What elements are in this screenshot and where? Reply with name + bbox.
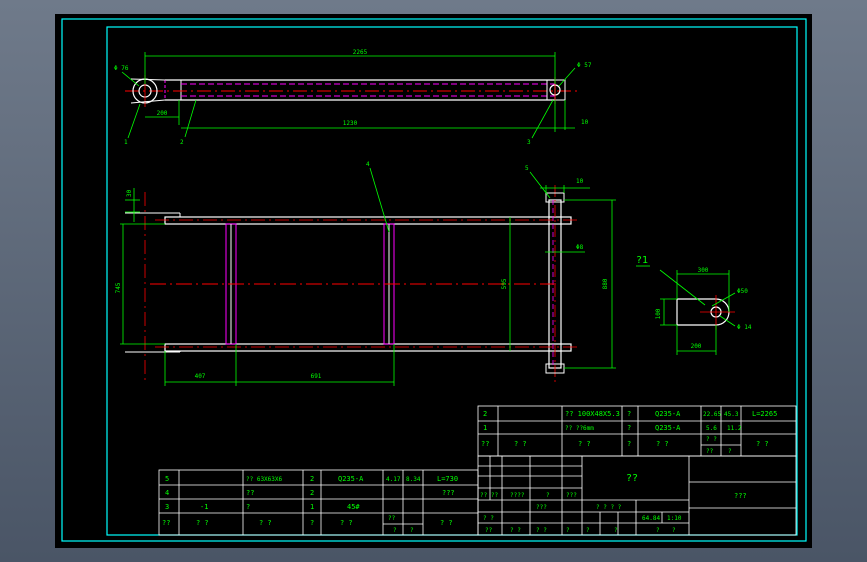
drawing-canvas[interactable]	[55, 14, 812, 548]
sheet-label-3: ?	[656, 527, 660, 534]
upper-r2-wt2: 11.2	[727, 425, 742, 432]
lower-r5-note: L=730	[437, 475, 458, 483]
upper-r2-spec: ?? ??6mm	[565, 425, 594, 432]
lower-r5-mat: Q235-A	[338, 475, 364, 483]
upper-r1-wt2: 45.3	[724, 411, 739, 418]
dim-right-mid: Φ8	[576, 244, 584, 251]
dim-left-small: 30	[126, 189, 133, 197]
upper-h-qty: ?	[627, 440, 631, 448]
sheet-label-1: ?	[586, 527, 590, 534]
lower-h-wt-b: ?	[393, 527, 397, 534]
lower-h-code: ? ?	[196, 519, 209, 527]
dim-top-small: 10	[576, 178, 584, 185]
dim-left-height: 745	[115, 282, 122, 293]
leader-4: 4	[366, 161, 370, 168]
detail-dim-bottom: 200	[691, 343, 702, 350]
sign-cell-2: ???	[536, 504, 547, 511]
leader-2: 2	[180, 139, 184, 146]
dim-overall-top: 2265	[353, 49, 368, 56]
lower-r4-note: ???	[442, 489, 455, 497]
sign-cell-3: ??	[485, 527, 493, 534]
upper-h-wt-c: ?	[728, 448, 732, 455]
lower-r5-qty: 2	[310, 475, 314, 483]
lower-h-no: ??	[162, 519, 170, 527]
hole-label-left: Φ 76	[114, 65, 129, 72]
lower-r3-code: -1	[200, 503, 208, 511]
weight-value: 64.84	[642, 515, 660, 522]
rev-cell-3: ?	[546, 492, 550, 499]
sheet-label-4: ?	[672, 527, 676, 534]
lower-r3-qty: 1	[310, 503, 314, 511]
rev-cell-1: ?? ??	[480, 492, 498, 499]
hole-label-right: Φ 57	[577, 62, 592, 69]
upper-h-mat: ? ?	[656, 440, 669, 448]
upper-h-wt-a: ? ?	[706, 436, 717, 443]
dim-bottom: 1230	[343, 120, 358, 127]
upper-h-no: ??	[481, 440, 489, 448]
sign-cell-5: ? ?	[536, 527, 547, 534]
lower-r5-wt2: 8.34	[406, 476, 421, 483]
detail-dim-hole: Φ 14	[737, 324, 752, 331]
lower-r3-mat: 45#	[347, 503, 360, 511]
upper-h-wt-b: ??	[706, 448, 714, 455]
lower-r4-spec: ??	[246, 489, 254, 497]
lower-r3-spec: ?	[246, 503, 250, 511]
sign-cell-6: ?	[566, 527, 570, 534]
lower-r5-no: 5	[165, 475, 169, 483]
sheet-label-2: ?	[614, 527, 618, 534]
lower-r5-spec: ?? 63X63X6	[246, 476, 283, 483]
drawing-name: ??	[626, 473, 638, 484]
upper-r1-no: 2	[483, 410, 487, 418]
lower-r4-qty: 2	[310, 489, 314, 497]
upper-r1-mat: Q235-A	[655, 410, 681, 418]
upper-r2-wt1: 5.6	[706, 425, 717, 432]
upper-r1-qty: ?	[627, 410, 631, 418]
lower-r3-no: 3	[165, 503, 169, 511]
dim-inner-height: 595	[501, 278, 508, 289]
detail-dim-circle: Φ50	[737, 288, 748, 295]
rev-cell-2: ????	[510, 492, 525, 499]
detail-dim-left: 100	[655, 308, 662, 319]
sign-cell-4: ? ?	[510, 527, 521, 534]
upper-r1-wt1: 22.65	[703, 411, 721, 418]
scale-value: 1:10	[667, 515, 682, 522]
lower-h-wt-c: ?	[410, 527, 414, 534]
cad-drawing-window: 2265 200 1230 10 Φ 76 Φ 57 1 2 3 4 5 10 …	[55, 14, 812, 548]
lower-h-name: ? ?	[259, 519, 272, 527]
dim-bottom-mid: 691	[311, 373, 322, 380]
lower-h-qty: ?	[310, 519, 314, 527]
upper-h-code: ? ?	[514, 440, 527, 448]
dim-bottom-left: 407	[195, 373, 206, 380]
dim-left-offset: 200	[157, 110, 168, 117]
leader-5: 5	[525, 165, 529, 172]
upper-h-name: ? ?	[578, 440, 591, 448]
scale-label: ? ? ? ?	[596, 504, 622, 511]
dim-right-height: 880	[602, 278, 609, 289]
lower-r5-wt1: 4.17	[386, 476, 401, 483]
leader-1: 1	[124, 139, 128, 146]
upper-r2-qty: ?	[627, 424, 631, 432]
sign-cell-1: ? ?	[483, 515, 494, 522]
lower-h-mat: ? ?	[340, 519, 353, 527]
upper-r1-note: L=2265	[752, 410, 777, 418]
detail-title: ?1	[636, 255, 648, 266]
lower-h-note: ? ?	[440, 519, 453, 527]
lower-h-wt-a: ??	[388, 515, 396, 522]
upper-h-note: ? ?	[756, 440, 769, 448]
detail-dim-top: 300	[698, 267, 709, 274]
leader-3: 3	[527, 139, 531, 146]
company-name: ???	[734, 492, 747, 500]
upper-r2-no: 1	[483, 424, 487, 432]
upper-r1-spec: ?? 100X48X5.3	[565, 410, 620, 418]
upper-r2-mat: Q235-A	[655, 424, 681, 432]
dim-right-small: 10	[581, 119, 589, 126]
rev-cell-4: ???	[566, 492, 577, 499]
lower-r4-no: 4	[165, 489, 169, 497]
